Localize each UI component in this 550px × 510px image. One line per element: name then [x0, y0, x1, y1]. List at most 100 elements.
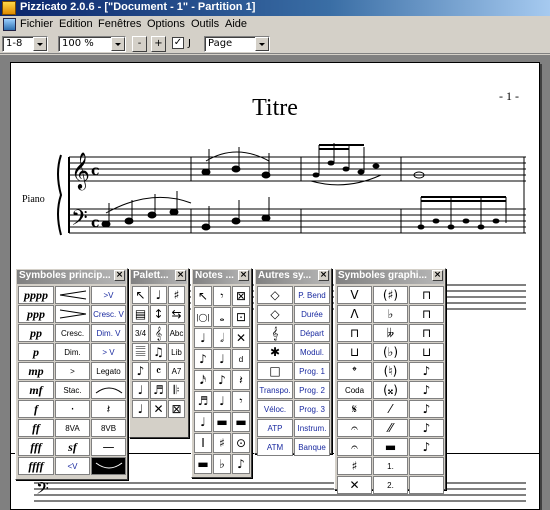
- palette-cell[interactable]: ♭: [373, 305, 408, 323]
- palette-cell[interactable]: ✕: [232, 328, 250, 348]
- close-icon[interactable]: ×: [318, 270, 329, 281]
- palette-cell[interactable]: [409, 476, 444, 494]
- palette-cell[interactable]: ✱: [257, 343, 293, 361]
- palette-cell[interactable]: ♪: [213, 370, 231, 390]
- palette-cell[interactable]: ♩: [150, 286, 167, 304]
- palette-cell[interactable]: ▬: [194, 454, 212, 474]
- palette-cell[interactable]: pppp: [18, 286, 54, 304]
- palette-cell[interactable]: fff: [18, 438, 54, 456]
- palette-title[interactable]: Symboles princip...: [17, 270, 126, 284]
- palette-cell[interactable]: Durée: [294, 305, 330, 323]
- palette-cell[interactable]: Cresc. V: [91, 305, 126, 323]
- palette-cell[interactable]: mf: [18, 381, 54, 399]
- palette-cell[interactable]: 𝄚: [132, 343, 149, 361]
- palette-cell[interactable]: Lib: [168, 343, 185, 361]
- palette-symboles-graphiques[interactable]: Symboles graphi... × V (♯) ⊓ Λ ♭ ⊓ ⊓ 𝄫 ⊓…: [334, 268, 446, 494]
- palette-cell[interactable]: ✕: [337, 476, 372, 494]
- palette-cell[interactable]: ATP: [257, 419, 293, 437]
- zoom-out-button[interactable]: -: [132, 36, 147, 52]
- pointer-icon[interactable]: ↖: [194, 286, 212, 306]
- palette-cell[interactable]: ♪: [409, 381, 444, 399]
- zoom-in-button[interactable]: +: [151, 36, 166, 52]
- palette-cell[interactable]: ▬: [373, 438, 408, 456]
- palette-cell[interactable]: ⊙: [232, 433, 250, 453]
- palette-cell[interactable]: ⊡: [232, 307, 250, 327]
- palette-cell[interactable]: ppp: [18, 305, 54, 323]
- palette-cell[interactable]: [409, 457, 444, 475]
- chevron-down-icon[interactable]: [255, 37, 269, 51]
- palette-cell[interactable]: ⁄⁄: [373, 419, 408, 437]
- palette-cell[interactable]: 𝄌: [337, 362, 372, 380]
- menu-aide[interactable]: Aide: [225, 18, 247, 30]
- palette-cell[interactable]: 𝅘𝅥𝅯: [194, 370, 212, 390]
- palette-cell[interactable]: I: [194, 433, 212, 453]
- close-icon[interactable]: ×: [432, 270, 443, 281]
- menu-options[interactable]: Options: [147, 18, 185, 30]
- document-icon[interactable]: [3, 18, 16, 31]
- palette-cell[interactable]: ♪: [409, 400, 444, 418]
- palette-cell[interactable]: ⊓: [409, 305, 444, 323]
- palette-cell[interactable]: >: [55, 362, 90, 380]
- pointer-icon[interactable]: ↖: [132, 286, 149, 304]
- palette-cell[interactable]: Banque: [294, 438, 330, 456]
- palette-cell[interactable]: 𝄫: [373, 324, 408, 342]
- palette-cell[interactable]: (♭): [373, 343, 408, 361]
- palette-cell[interactable]: ♯: [213, 433, 231, 453]
- palette-cell[interactable]: 𝅗𝅥: [213, 328, 231, 348]
- palette-cell[interactable]: 𝄞: [257, 324, 293, 342]
- palette-cell[interactable]: Prog. 2: [294, 381, 330, 399]
- palette-cell[interactable]: Transpo.: [257, 381, 293, 399]
- palette-cell[interactable]: 3/4: [132, 324, 149, 342]
- palette-cell[interactable]: —: [91, 438, 126, 456]
- palette-cell[interactable]: 1.: [373, 457, 408, 475]
- palette-cell[interactable]: |◯|: [194, 307, 212, 327]
- palette-cell[interactable]: ⊓: [409, 286, 444, 304]
- menu-fichier[interactable]: Fichier: [20, 18, 53, 30]
- palette-notes[interactable]: Notes ... × ↖ 𝄾 ⊠ |◯| 𝅝 ⊡ ♩ 𝅗𝅥 ✕ ♪ ♩ d 𝅘…: [191, 268, 252, 478]
- palette-cell[interactable]: ♪: [409, 362, 444, 380]
- palette-cell[interactable]: mp: [18, 362, 54, 380]
- palette-cell[interactable]: sf: [55, 438, 90, 456]
- palette-cell[interactable]: Prog. 3: [294, 400, 330, 418]
- palette-cell[interactable]: Abc: [168, 324, 185, 342]
- palette-cell[interactable]: ⊓: [409, 324, 444, 342]
- palette-cell[interactable]: 𝄾: [232, 391, 250, 411]
- palette-palettes[interactable]: Palett... × ↖ ♩ ♯ ▤ ↕ ⇆ 3/4 𝄞 Abc 𝄚 ♫ Li…: [129, 268, 189, 438]
- palette-cell[interactable]: ⊓: [337, 324, 372, 342]
- close-icon[interactable]: ×: [238, 270, 249, 281]
- palette-cell[interactable]: ♩: [194, 328, 212, 348]
- palette-cell[interactable]: ⁄: [373, 400, 408, 418]
- palette-cell[interactable]: ⇆: [168, 305, 185, 323]
- palette-symboles-principaux[interactable]: Symboles princip... × pppp >V ppp Cresc.…: [15, 268, 128, 480]
- palette-cell[interactable]: > V: [91, 343, 126, 361]
- palette-cell[interactable]: 𝄴: [150, 362, 167, 380]
- close-icon[interactable]: ×: [175, 270, 186, 281]
- palette-cell[interactable]: 8VB: [91, 419, 126, 437]
- zoom-select[interactable]: 100 %: [58, 36, 126, 52]
- palette-cell[interactable]: Legato: [91, 362, 126, 380]
- palette-cell[interactable]: 𝄐: [337, 419, 372, 437]
- palette-cell[interactable]: ♬: [150, 381, 167, 399]
- palette-cell[interactable]: Stac.: [55, 381, 90, 399]
- palette-cell[interactable]: Coda: [337, 381, 372, 399]
- palette-cell[interactable]: ▬: [232, 412, 250, 432]
- palette-cell[interactable]: ♩: [132, 381, 149, 399]
- palette-cell[interactable]: ♬: [194, 391, 212, 411]
- palette-cell[interactable]: ⊔: [409, 343, 444, 361]
- palette-cell[interactable]: □: [257, 362, 293, 380]
- palette-cell[interactable]: Cresc.: [55, 324, 90, 342]
- palette-cell[interactable]: ▬: [213, 412, 231, 432]
- palette-cell[interactable]: f: [18, 400, 54, 418]
- palette-cell[interactable]: P. Bend: [294, 286, 330, 304]
- palette-cell[interactable]: ◇: [257, 286, 293, 304]
- palette-cell[interactable]: A7: [168, 362, 185, 380]
- palette-cell[interactable]: ♩: [194, 412, 212, 432]
- close-icon[interactable]: ×: [114, 270, 125, 281]
- menu-fenetres[interactable]: Fenêtres: [98, 18, 141, 30]
- j-checkbox[interactable]: ✓: [172, 37, 184, 49]
- measures-select[interactable]: 1-8: [2, 36, 48, 52]
- palette-cell[interactable]: 2.: [373, 476, 408, 494]
- palette-cell[interactable]: <V: [55, 457, 90, 475]
- palette-cell[interactable]: ♪: [409, 438, 444, 456]
- view-select[interactable]: Page: [204, 36, 270, 52]
